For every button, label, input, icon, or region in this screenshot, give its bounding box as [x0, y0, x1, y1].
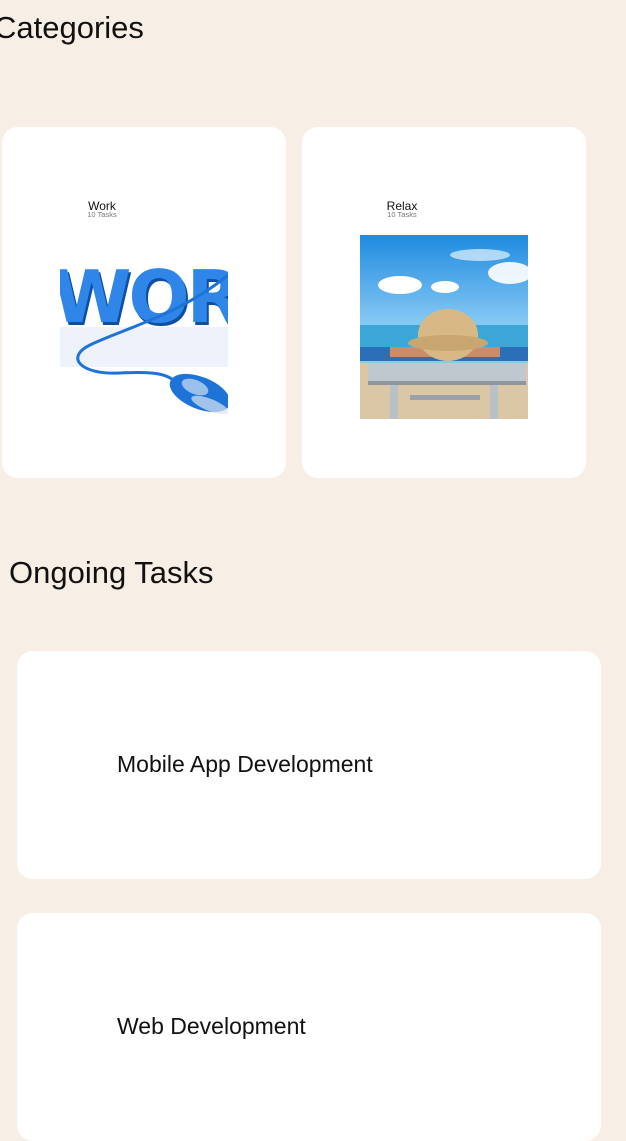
categories-heading: Categories	[0, 10, 144, 45]
category-card-work[interactable]: Work 10 Tasks WORK WORK	[2, 127, 286, 478]
task-card-mobile-app[interactable]: Mobile App Development	[17, 651, 601, 879]
relax-image	[360, 235, 528, 419]
category-count-relax: 10 Tasks	[387, 210, 417, 219]
task-card-web[interactable]: Web Development	[17, 913, 601, 1141]
category-card-relax[interactable]: Relax 10 Tasks	[302, 127, 586, 478]
task-name: Mobile App Development	[117, 751, 373, 777]
svg-text:WORK: WORK	[60, 255, 228, 339]
category-count-work: 10 Tasks	[87, 210, 117, 219]
ongoing-tasks-heading: Ongoing Tasks	[9, 555, 214, 590]
work-image: WORK WORK	[60, 235, 228, 419]
task-name: Web Development	[117, 1013, 306, 1039]
